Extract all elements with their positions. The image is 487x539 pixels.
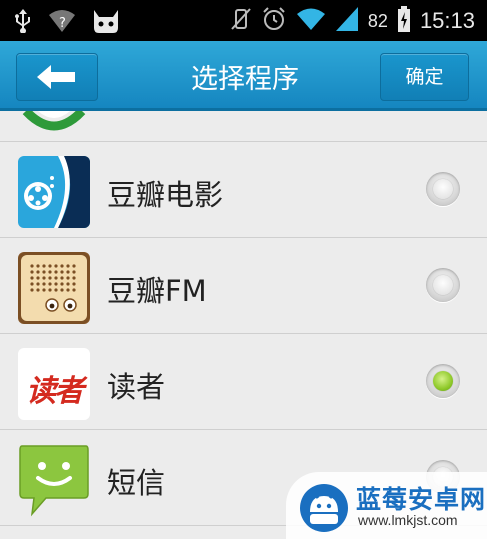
back-button[interactable]	[16, 53, 98, 101]
list-item[interactable]: 豆瓣FM	[0, 238, 487, 334]
action-bar: 选择程序 确定	[0, 41, 487, 111]
watermark-url: www.lmkjst.com	[358, 512, 458, 528]
list-item-partial[interactable]	[0, 111, 487, 142]
duzhe-icon: 读者	[18, 348, 90, 420]
battery-level: 82	[367, 10, 388, 31]
ok-button[interactable]: 确定	[380, 53, 469, 101]
page-title: 选择程序	[191, 64, 299, 95]
battery-charging-icon	[397, 6, 410, 36]
sms-icon	[18, 444, 90, 517]
duzhe-logo-text: 读者	[26, 374, 84, 409]
usb-icon	[14, 9, 32, 37]
wifi-unknown-icon: ?	[48, 9, 76, 37]
wifi-icon	[296, 7, 326, 35]
list-item-label: 读者	[107, 370, 166, 404]
vibrate-icon	[230, 7, 252, 35]
list-item-label: 短信	[107, 466, 166, 500]
douban-movie-icon	[18, 156, 90, 228]
douban-fm-icon	[18, 252, 90, 324]
list-item[interactable]: 读者 读者	[0, 334, 487, 430]
signal-icon	[335, 7, 358, 35]
watermark: 蓝莓安卓网 www.lmkjst.com	[286, 472, 487, 539]
list-item-label: 豆瓣FM	[107, 274, 207, 308]
radio-button[interactable]	[426, 268, 460, 302]
radio-button-selected[interactable]	[426, 364, 460, 398]
watermark-title: 蓝莓安卓网	[356, 485, 487, 514]
android-debug-icon	[92, 8, 120, 38]
alarm-icon	[262, 7, 286, 35]
watermark-logo	[300, 484, 348, 532]
back-arrow-icon	[37, 65, 75, 89]
clock: 15:13	[419, 8, 475, 33]
list-item-label: 豆瓣电影	[107, 178, 224, 212]
svg-text:?: ?	[59, 16, 66, 31]
list-item[interactable]: 豆瓣电影	[0, 142, 487, 238]
status-bar: ? 82 15:13	[0, 0, 487, 41]
partial-app-icon	[22, 111, 86, 131]
radio-button[interactable]	[426, 172, 460, 206]
